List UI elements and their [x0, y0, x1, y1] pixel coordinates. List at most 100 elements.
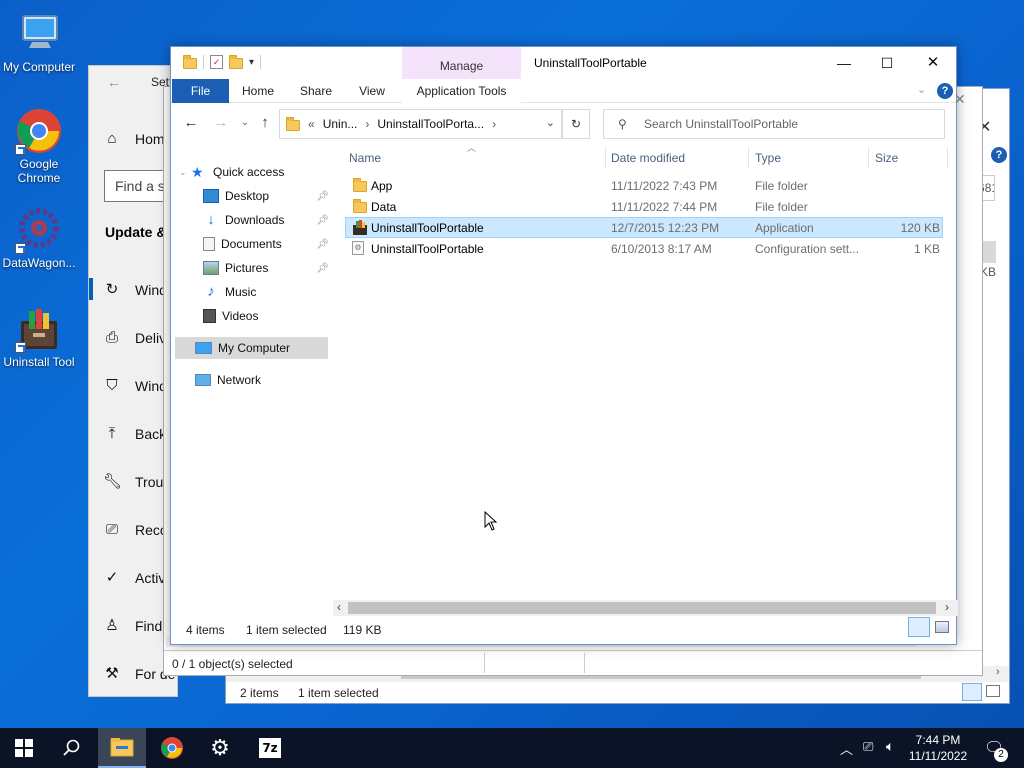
taskbar-7zip[interactable]: 7z: [246, 728, 294, 768]
tab-view[interactable]: View: [355, 79, 389, 103]
chrome-icon: [15, 107, 63, 155]
scroll-left-icon[interactable]: ‹: [337, 600, 341, 614]
large-icons-view-icon[interactable]: [986, 685, 1000, 697]
maximize-button[interactable]: ☐: [864, 47, 910, 79]
divider: [260, 55, 262, 69]
person-icon: ♙: [105, 617, 119, 634]
pin-icon[interactable]: 📌︎: [316, 239, 329, 250]
address-dropdown-icon[interactable]: ⌄: [546, 116, 555, 129]
tab-application-tools[interactable]: Application Tools: [402, 79, 521, 103]
search-input[interactable]: ⚲ Search UninstallToolPortable: [603, 109, 945, 139]
nav-quick-access[interactable]: ⌄ ★ Quick access: [171, 161, 331, 183]
nav-item-music[interactable]: ♪ Music: [171, 281, 331, 303]
show-hidden-icons[interactable]: ︿: [840, 739, 853, 758]
desktop-icon-datawagon[interactable]: DataWagon...: [0, 206, 78, 270]
tab-home[interactable]: Home: [239, 79, 277, 103]
start-button[interactable]: [0, 728, 48, 768]
file-explorer-window[interactable]: ✓ ▾ Manage UninstallToolPortable — ☐ ✕ F…: [170, 46, 958, 645]
overflow-crumb[interactable]: «: [308, 117, 315, 131]
settings-item-recovery[interactable]: ⎚ Reco: [103, 521, 168, 539]
column-divider[interactable]: [868, 147, 869, 169]
forward-button[interactable]: →: [211, 113, 231, 133]
breadcrumb-segment[interactable]: UninstallToolPorta...: [377, 117, 484, 131]
column-header-size[interactable]: Size: [875, 151, 898, 165]
pin-icon[interactable]: 📌︎: [316, 263, 329, 274]
file-date: 11/11/2022 7:43 PM: [611, 178, 718, 193]
settings-item-windows-update[interactable]: ↻ Wind: [103, 281, 167, 299]
customize-toolbar-icon[interactable]: ▾: [249, 57, 254, 68]
pin-icon[interactable]: 📌︎: [316, 215, 329, 226]
breadcrumb-chevron-icon[interactable]: ›: [492, 117, 496, 131]
videos-icon: [203, 309, 216, 323]
settings-item-activation[interactable]: ✓ Activ: [103, 569, 166, 587]
file-row-uninstalltoolportable-ini[interactable]: ⚙ UninstallToolPortable 6/10/2013 8:17 A…: [345, 238, 943, 259]
taskbar-file-explorer[interactable]: [98, 728, 146, 768]
clock-date[interactable]: 11/11/2022: [905, 749, 971, 763]
column-divider[interactable]: [605, 147, 606, 169]
uninstall-tool-icon: [15, 305, 63, 353]
pin-icon[interactable]: 📌︎: [316, 191, 329, 202]
file-row-uninstalltoolportable-exe[interactable]: UninstallToolPortable 12/7/2015 12:23 PM…: [345, 217, 943, 238]
folder-icon[interactable]: [183, 54, 197, 69]
column-header-date-modified[interactable]: Date modified: [611, 151, 685, 165]
expand-ribbon-icon[interactable]: ⌄: [917, 83, 926, 96]
collapse-chevron-icon[interactable]: ⌄: [171, 167, 191, 178]
settings-item-delivery[interactable]: ⎙ Deliv: [103, 329, 166, 347]
nav-item-videos[interactable]: Videos: [171, 305, 331, 327]
scroll-right-icon[interactable]: ›: [945, 600, 949, 614]
details-view-button[interactable]: [908, 617, 930, 637]
nav-item-desktop[interactable]: Desktop 📌︎: [171, 185, 331, 207]
settings-item-find-my-device[interactable]: ♙ Find: [103, 617, 162, 635]
details-view-icon[interactable]: [962, 683, 982, 701]
settings-item-backup[interactable]: ⤒ Back: [103, 425, 166, 443]
tab-share[interactable]: Share: [297, 79, 335, 103]
nav-item-pictures[interactable]: Pictures 📌︎: [171, 257, 331, 279]
nav-item-downloads[interactable]: ↓ Downloads 📌︎: [171, 209, 331, 231]
settings-item-windows-security[interactable]: ⛉ Wind: [103, 377, 167, 395]
properties-icon[interactable]: ✓: [210, 55, 223, 69]
network-icon[interactable]: ⎚: [863, 739, 873, 755]
nav-item-label: Network: [217, 373, 262, 387]
scroll-right-icon[interactable]: ›: [996, 666, 1000, 678]
file-row-data[interactable]: Data 11/11/2022 7:44 PM File folder: [345, 196, 943, 217]
volume-icon[interactable]: 🔈︎: [886, 738, 894, 755]
column-divider[interactable]: [748, 147, 749, 169]
scrollbar-thumb[interactable]: [348, 602, 936, 614]
desktop-icon-uninstall-tool[interactable]: Uninstall Tool: [0, 305, 78, 369]
column-header-name[interactable]: Name: [349, 151, 381, 165]
file-row-app[interactable]: App 11/11/2022 7:43 PM File folder: [345, 175, 943, 196]
clock-time[interactable]: 7:44 PM: [911, 733, 965, 747]
help-icon[interactable]: ?: [991, 147, 1007, 163]
settings-home[interactable]: ⌂ Home: [103, 130, 172, 148]
taskbar-settings[interactable]: ⚙: [196, 728, 244, 768]
nav-item-documents[interactable]: Documents 📌︎: [171, 233, 331, 255]
address-bar[interactable]: « Unin... › UninstallToolPorta... › ⌄: [279, 109, 562, 139]
desktop-icon-my-computer[interactable]: My Computer: [0, 10, 78, 74]
recent-locations-icon[interactable]: ⌄: [235, 113, 255, 133]
breadcrumb-segment[interactable]: Unin...: [323, 117, 358, 131]
tab-file[interactable]: File: [172, 79, 229, 103]
new-folder-icon[interactable]: [229, 54, 243, 69]
datawagon-icon: [15, 206, 63, 254]
back-arrow-icon[interactable]: ←: [107, 74, 121, 90]
refresh-button[interactable]: ↻: [562, 109, 590, 139]
nav-network[interactable]: Network: [171, 369, 331, 391]
large-icons-view-button[interactable]: [935, 621, 949, 633]
nav-my-computer[interactable]: My Computer: [175, 337, 328, 359]
upload-icon: ⤒: [108, 425, 116, 442]
help-icon[interactable]: ?: [937, 83, 953, 99]
column-header-type[interactable]: Type: [755, 151, 781, 165]
desktop-icon-google-chrome[interactable]: Google Chrome: [0, 107, 78, 185]
nav-item-label: Desktop: [225, 189, 270, 203]
back-button[interactable]: ←: [181, 113, 201, 133]
horizontal-scrollbar[interactable]: ‹ ›: [333, 600, 958, 616]
close-button[interactable]: ✕: [910, 47, 956, 79]
column-divider[interactable]: [947, 147, 948, 169]
up-button[interactable]: ↑: [255, 113, 275, 133]
breadcrumb-chevron-icon[interactable]: ›: [365, 117, 369, 131]
search-button[interactable]: [48, 728, 96, 768]
settings-item-troubleshoot[interactable]: 🔧︎ Trou: [103, 473, 163, 491]
taskbar-chrome[interactable]: [148, 728, 196, 768]
minimize-button[interactable]: —: [821, 47, 867, 79]
search-placeholder: Search UninstallToolPortable: [644, 117, 799, 131]
